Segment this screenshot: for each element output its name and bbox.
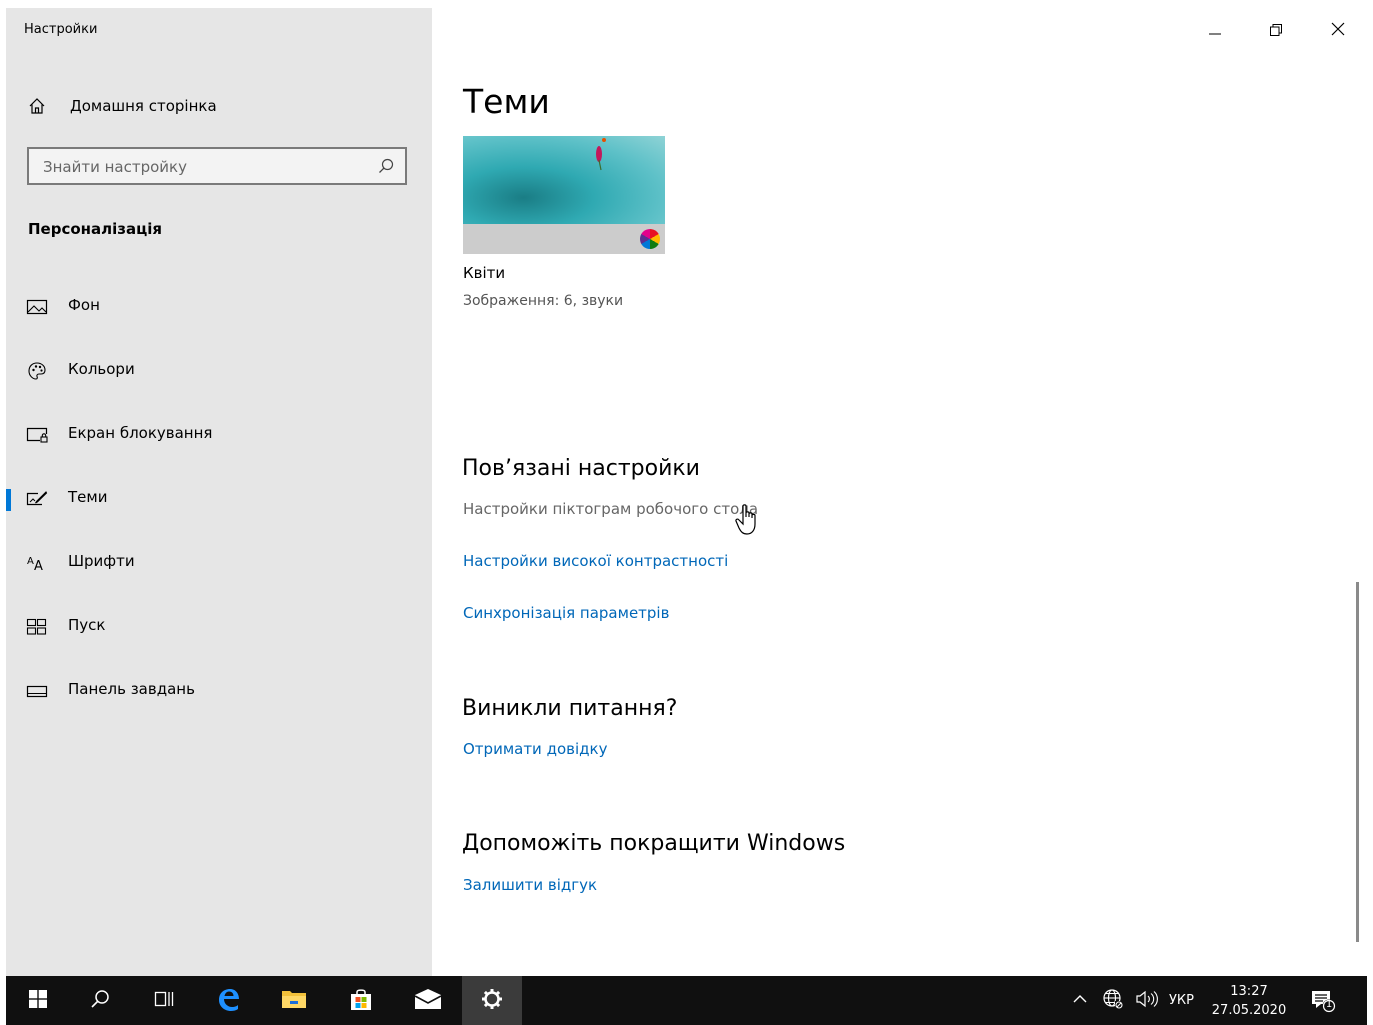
sidebar-item-label: Пуск	[68, 616, 106, 634]
folder-icon	[281, 988, 307, 1014]
language-label: УКР	[1169, 993, 1194, 1008]
scrollbar[interactable]	[1356, 582, 1359, 942]
gear-icon	[481, 988, 503, 1014]
desktop-icon-settings-link[interactable]: Настройки піктограм робочого стола	[463, 500, 758, 518]
svg-text:A: A	[34, 559, 43, 572]
language-indicator[interactable]: УКР	[1169, 976, 1194, 1025]
hand-cursor-icon	[734, 503, 764, 541]
related-settings-heading: Пов’язані настройки	[462, 456, 700, 481]
close-icon	[1331, 21, 1345, 40]
show-hidden-icons-button[interactable]	[1072, 976, 1088, 1025]
globe-icon	[1102, 988, 1124, 1014]
search-box[interactable]	[27, 147, 407, 185]
notification-count: 1	[1325, 998, 1333, 1010]
taskbar-search-button[interactable]	[70, 976, 130, 1025]
settings-taskbar-button[interactable]	[462, 976, 522, 1025]
network-button[interactable]	[1102, 976, 1124, 1025]
active-indicator	[6, 681, 11, 703]
home-link[interactable]: Домашня сторінка	[26, 94, 217, 118]
file-explorer-button[interactable]	[264, 976, 324, 1025]
svg-text:A: A	[27, 556, 34, 567]
main-content: Теми Квіти Зображення: 6, звуки Пов’язан…	[432, 8, 1367, 976]
feedback-heading: Допоможіть покращити Windows	[462, 831, 846, 856]
restore-icon	[1270, 21, 1282, 40]
active-indicator	[6, 489, 11, 511]
task-view-button[interactable]	[134, 976, 194, 1025]
close-button[interactable]	[1315, 14, 1361, 46]
minimize-icon	[1209, 21, 1221, 40]
sidebar-item-fonts[interactable]: AA Шрифти	[6, 541, 432, 585]
search-icon[interactable]	[377, 157, 395, 175]
active-indicator	[6, 297, 11, 319]
edge-icon	[215, 986, 241, 1016]
color-wheel-icon	[640, 229, 660, 249]
sidebar-item-label: Теми	[68, 488, 108, 506]
high-contrast-settings-link[interactable]: Настройки високої контрастності	[463, 552, 728, 570]
start-button[interactable]	[8, 976, 68, 1025]
maximize-button[interactable]	[1253, 14, 1299, 46]
home-label: Домашня сторінка	[70, 97, 217, 115]
mail-icon	[414, 988, 442, 1014]
volume-button[interactable]	[1135, 976, 1159, 1025]
start-icon	[26, 617, 48, 637]
clock-time: 13:27	[1230, 984, 1268, 999]
store-icon	[349, 987, 373, 1015]
sidebar-item-label: Фон	[68, 296, 100, 314]
search-icon	[90, 989, 110, 1013]
sidebar: Настройки Домашня сторінка Персоналізаці…	[6, 8, 432, 976]
feedback-link[interactable]: Залишити відгук	[463, 876, 597, 894]
themes-icon	[26, 489, 48, 509]
palette-icon	[26, 361, 48, 381]
sidebar-item-colors[interactable]: Кольори	[6, 349, 432, 393]
clock-date: 27.05.2020	[1211, 1003, 1287, 1018]
theme-description: Зображення: 6, звуки	[463, 293, 624, 309]
get-help-link[interactable]: Отримати довідку	[463, 740, 607, 758]
active-indicator	[6, 361, 11, 383]
theme-name: Квіти	[463, 264, 506, 282]
minimize-button[interactable]	[1192, 14, 1238, 46]
section-title: Персоналізація	[28, 220, 163, 238]
speaker-icon	[1135, 990, 1159, 1012]
fonts-icon: AA	[26, 553, 48, 573]
picture-icon	[26, 297, 48, 317]
theme-thumbnail[interactable]	[463, 136, 665, 254]
taskbar: УКР 13:27 27.05.2020 1	[6, 976, 1367, 1025]
sidebar-item-lock-screen[interactable]: Екран блокування	[6, 413, 432, 457]
page-title: Теми	[463, 82, 550, 121]
task-view-icon	[154, 989, 174, 1013]
sidebar-item-start[interactable]: Пуск	[6, 605, 432, 649]
taskbar-icon	[26, 681, 48, 701]
sidebar-item-label: Кольори	[68, 360, 135, 378]
windows-logo-icon	[29, 989, 47, 1012]
home-icon	[26, 96, 48, 116]
active-indicator	[6, 553, 11, 575]
mail-button[interactable]	[398, 976, 458, 1025]
theme-preview-bar	[463, 224, 665, 254]
sidebar-item-background[interactable]: Фон	[6, 285, 432, 329]
theme-preview-image	[463, 136, 665, 224]
active-indicator	[6, 425, 11, 447]
sidebar-item-themes[interactable]: Теми	[6, 477, 432, 521]
store-button[interactable]	[331, 976, 391, 1025]
sidebar-item-taskbar[interactable]: Панель завдань	[6, 669, 432, 713]
search-input[interactable]	[41, 156, 375, 178]
lock-screen-icon	[26, 425, 48, 445]
sidebar-item-label: Шрифти	[68, 552, 135, 570]
sidebar-item-label: Панель завдань	[68, 680, 195, 698]
active-indicator	[6, 617, 11, 639]
app-title: Настройки	[24, 22, 98, 37]
sidebar-item-label: Екран блокування	[68, 424, 213, 442]
action-center-button[interactable]: 1	[1310, 976, 1336, 1025]
sync-settings-link[interactable]: Синхронізація параметрів	[463, 604, 669, 622]
edge-button[interactable]	[198, 976, 258, 1025]
chevron-up-icon	[1072, 991, 1088, 1011]
clock[interactable]: 13:27 27.05.2020	[1206, 982, 1292, 1020]
settings-window: Настройки Домашня сторінка Персоналізаці…	[6, 8, 1367, 976]
help-heading: Виникли питання?	[462, 696, 678, 721]
notification-icon: 1	[1310, 989, 1336, 1013]
